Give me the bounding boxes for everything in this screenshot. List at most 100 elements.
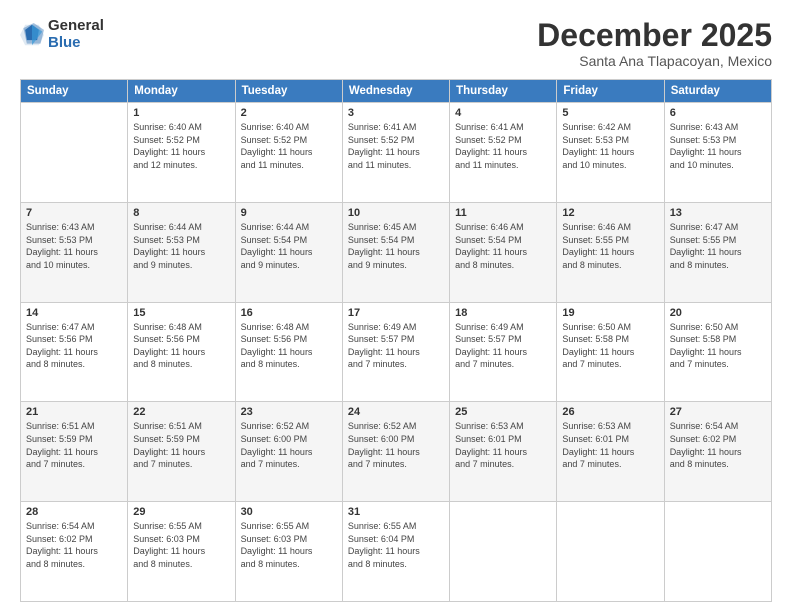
day-number: 2 (241, 107, 337, 119)
day-number: 9 (241, 207, 337, 219)
day-number: 27 (670, 406, 766, 418)
day-number: 8 (133, 207, 229, 219)
day-number: 21 (26, 406, 122, 418)
day-info: Sunrise: 6:47 AM Sunset: 5:55 PM Dayligh… (670, 221, 766, 271)
logo-blue: Blue (48, 35, 104, 52)
day-info: Sunrise: 6:53 AM Sunset: 6:01 PM Dayligh… (562, 420, 658, 470)
day-number: 25 (455, 406, 551, 418)
day-number: 16 (241, 307, 337, 319)
day-info: Sunrise: 6:44 AM Sunset: 5:54 PM Dayligh… (241, 221, 337, 271)
day-info: Sunrise: 6:48 AM Sunset: 5:56 PM Dayligh… (133, 321, 229, 371)
calendar-cell (21, 103, 128, 203)
calendar-week-0: 1 Sunrise: 6:40 AM Sunset: 5:52 PM Daylig… (21, 103, 772, 203)
calendar-week-4: 28 Sunrise: 6:54 AM Sunset: 6:02 PM Dayli… (21, 502, 772, 602)
calendar-cell: 11Sunrise: 6:46 AM Sunset: 5:54 PM Dayli… (450, 202, 557, 302)
day-info: Sunrise: 6:40 AM Sunset: 5:52 PM Dayligh… (133, 121, 229, 171)
day-number: 6 (670, 107, 766, 119)
day-number: 23 (241, 406, 337, 418)
page: General Blue December 2025 Santa Ana Tla… (0, 0, 792, 612)
calendar-cell: 14Sunrise: 6:47 AM Sunset: 5:56 PM Dayli… (21, 302, 128, 402)
calendar-cell: 27 Sunrise: 6:54 AM Sunset: 6:02 PM Dayli… (664, 402, 771, 502)
calendar-week-2: 14Sunrise: 6:47 AM Sunset: 5:56 PM Dayli… (21, 302, 772, 402)
col-saturday: Saturday (664, 80, 771, 103)
calendar-cell: 30Sunrise: 6:55 AM Sunset: 6:03 PM Dayli… (235, 502, 342, 602)
calendar-cell: 13Sunrise: 6:47 AM Sunset: 5:55 PM Dayli… (664, 202, 771, 302)
calendar-cell: 31 Sunrise: 6:55 AM Sunset: 6:04 PM Dayli… (342, 502, 449, 602)
day-number: 24 (348, 406, 444, 418)
day-info: Sunrise: 6:54 AM Sunset: 6:02 PM Dayligh… (670, 420, 766, 470)
header: General Blue December 2025 Santa Ana Tla… (20, 18, 772, 69)
calendar-cell: 21 Sunrise: 6:51 AM Sunset: 5:59 PM Dayli… (21, 402, 128, 502)
day-number: 7 (26, 207, 122, 219)
calendar-cell: 20 Sunrise: 6:50 AM Sunset: 5:58 PM Dayli… (664, 302, 771, 402)
day-info: Sunrise: 6:52 AM Sunset: 6:00 PM Dayligh… (348, 420, 444, 470)
day-info: Sunrise: 6:51 AM Sunset: 5:59 PM Dayligh… (133, 420, 229, 470)
day-number: 18 (455, 307, 551, 319)
header-row: Sunday Monday Tuesday Wednesday Thursday… (21, 80, 772, 103)
calendar-cell: 26 Sunrise: 6:53 AM Sunset: 6:01 PM Dayli… (557, 402, 664, 502)
day-info: Sunrise: 6:49 AM Sunset: 5:57 PM Dayligh… (348, 321, 444, 371)
calendar-week-1: 7 Sunrise: 6:43 AM Sunset: 5:53 PM Daylig… (21, 202, 772, 302)
calendar-cell (557, 502, 664, 602)
calendar-week-3: 21 Sunrise: 6:51 AM Sunset: 5:59 PM Dayli… (21, 402, 772, 502)
day-info: Sunrise: 6:51 AM Sunset: 5:59 PM Dayligh… (26, 420, 122, 470)
calendar-cell: 10 Sunrise: 6:45 AM Sunset: 5:54 PM Dayli… (342, 202, 449, 302)
col-thursday: Thursday (450, 80, 557, 103)
calendar-cell: 2 Sunrise: 6:40 AM Sunset: 5:52 PM Daylig… (235, 103, 342, 203)
day-info: Sunrise: 6:45 AM Sunset: 5:54 PM Dayligh… (348, 221, 444, 271)
col-friday: Friday (557, 80, 664, 103)
day-number: 3 (348, 107, 444, 119)
calendar-cell: 23 Sunrise: 6:52 AM Sunset: 6:00 PM Dayli… (235, 402, 342, 502)
day-info: Sunrise: 6:54 AM Sunset: 6:02 PM Dayligh… (26, 520, 122, 570)
calendar-cell: 9 Sunrise: 6:44 AM Sunset: 5:54 PM Daylig… (235, 202, 342, 302)
day-number: 14 (26, 307, 122, 319)
calendar-cell: 6 Sunrise: 6:43 AM Sunset: 5:53 PM Daylig… (664, 103, 771, 203)
day-info: Sunrise: 6:41 AM Sunset: 5:52 PM Dayligh… (348, 121, 444, 171)
day-number: 28 (26, 506, 122, 518)
day-number: 31 (348, 506, 444, 518)
day-info: Sunrise: 6:55 AM Sunset: 6:04 PM Dayligh… (348, 520, 444, 570)
day-info: Sunrise: 6:43 AM Sunset: 5:53 PM Dayligh… (26, 221, 122, 271)
logo: General Blue (20, 18, 104, 51)
day-info: Sunrise: 6:41 AM Sunset: 5:52 PM Dayligh… (455, 121, 551, 171)
day-number: 17 (348, 307, 444, 319)
day-number: 30 (241, 506, 337, 518)
day-info: Sunrise: 6:40 AM Sunset: 5:52 PM Dayligh… (241, 121, 337, 171)
day-number: 4 (455, 107, 551, 119)
calendar-cell: 8 Sunrise: 6:44 AM Sunset: 5:53 PM Daylig… (128, 202, 235, 302)
logo-text: General Blue (48, 18, 104, 51)
calendar-cell: 28 Sunrise: 6:54 AM Sunset: 6:02 PM Dayli… (21, 502, 128, 602)
calendar-cell: 7 Sunrise: 6:43 AM Sunset: 5:53 PM Daylig… (21, 202, 128, 302)
day-number: 10 (348, 207, 444, 219)
title-block: December 2025 Santa Ana Tlapacoyan, Mexi… (537, 18, 772, 69)
day-info: Sunrise: 6:50 AM Sunset: 5:58 PM Dayligh… (670, 321, 766, 371)
day-number: 26 (562, 406, 658, 418)
calendar-body: 1 Sunrise: 6:40 AM Sunset: 5:52 PM Daylig… (21, 103, 772, 602)
day-number: 29 (133, 506, 229, 518)
day-number: 15 (133, 307, 229, 319)
day-info: Sunrise: 6:48 AM Sunset: 5:56 PM Dayligh… (241, 321, 337, 371)
col-sunday: Sunday (21, 80, 128, 103)
col-monday: Monday (128, 80, 235, 103)
day-number: 5 (562, 107, 658, 119)
calendar-cell: 24 Sunrise: 6:52 AM Sunset: 6:00 PM Dayli… (342, 402, 449, 502)
day-number: 1 (133, 107, 229, 119)
day-info: Sunrise: 6:42 AM Sunset: 5:53 PM Dayligh… (562, 121, 658, 171)
location-subtitle: Santa Ana Tlapacoyan, Mexico (537, 53, 772, 69)
day-info: Sunrise: 6:46 AM Sunset: 5:55 PM Dayligh… (562, 221, 658, 271)
calendar-cell: 16 Sunrise: 6:48 AM Sunset: 5:56 PM Dayli… (235, 302, 342, 402)
calendar-cell: 1 Sunrise: 6:40 AM Sunset: 5:52 PM Daylig… (128, 103, 235, 203)
calendar-cell: 19Sunrise: 6:50 AM Sunset: 5:58 PM Dayli… (557, 302, 664, 402)
day-info: Sunrise: 6:55 AM Sunset: 6:03 PM Dayligh… (133, 520, 229, 570)
day-info: Sunrise: 6:52 AM Sunset: 6:00 PM Dayligh… (241, 420, 337, 470)
day-info: Sunrise: 6:49 AM Sunset: 5:57 PM Dayligh… (455, 321, 551, 371)
calendar-cell (664, 502, 771, 602)
col-tuesday: Tuesday (235, 80, 342, 103)
day-info: Sunrise: 6:44 AM Sunset: 5:53 PM Dayligh… (133, 221, 229, 271)
logo-general: General (48, 18, 104, 35)
calendar-cell: 25Sunrise: 6:53 AM Sunset: 6:01 PM Dayli… (450, 402, 557, 502)
day-info: Sunrise: 6:43 AM Sunset: 5:53 PM Dayligh… (670, 121, 766, 171)
day-number: 20 (670, 307, 766, 319)
calendar-cell: 17 Sunrise: 6:49 AM Sunset: 5:57 PM Dayli… (342, 302, 449, 402)
calendar-table: Sunday Monday Tuesday Wednesday Thursday… (20, 79, 772, 602)
